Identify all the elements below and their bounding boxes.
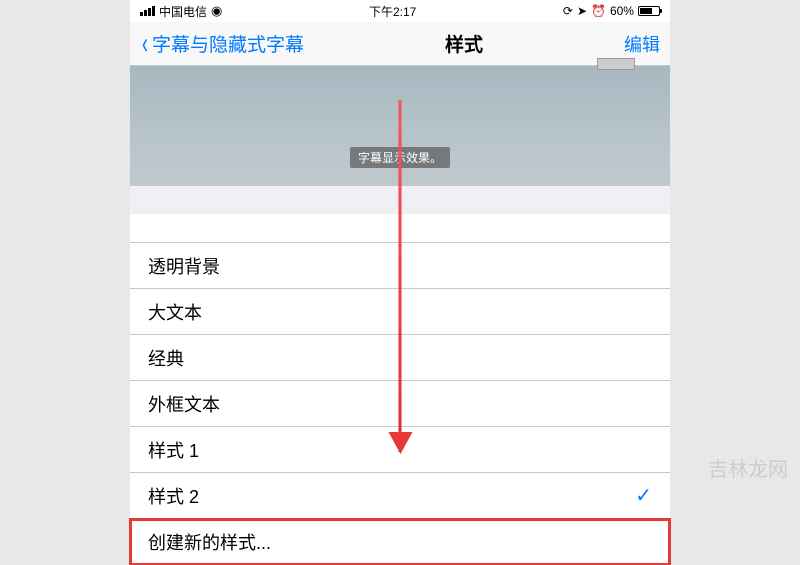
annotation-arrow [399,100,402,452]
list-item-label: 经典 [148,345,184,371]
list-item-label: 大文本 [148,299,202,325]
page-title: 样式 [445,30,483,57]
location-icon: ➤ [577,4,587,18]
preview-handle [597,58,635,70]
carrier-label: 中国电信 [159,3,207,20]
signal-icon [140,6,155,16]
nav-bar: ‹ 字幕与隐藏式字幕 样式 编辑 [130,22,670,66]
list-item-label: 外框文本 [148,391,220,417]
back-label: 字幕与隐藏式字幕 [152,30,304,57]
list-item-label: 样式 2 [148,483,199,509]
list-item-label: 创建新的样式... [148,529,271,555]
list-item-label: 透明背景 [148,253,220,279]
chevron-left-icon: ‹ [142,27,148,61]
alarm-icon: ⏰ [591,4,606,18]
phone-screen: 中国电信 ◉ 下午2:17 ⟳ ➤ ⏰ 60% ‹ 字幕与隐藏式字幕 样式 编辑… [130,0,670,500]
create-new-style[interactable]: 创建新的样式... [130,519,670,565]
status-bar: 中国电信 ◉ 下午2:17 ⟳ ➤ ⏰ 60% [130,0,670,22]
battery-pct: 60% [610,4,634,18]
battery-icon [638,6,660,16]
wifi-icon: ◉ [211,3,222,19]
style-option-style2[interactable]: 样式 2 ✓ [130,473,670,519]
back-button[interactable]: ‹ 字幕与隐藏式字幕 [140,27,304,61]
list-item-label: 样式 1 [148,437,199,463]
checkmark-icon: ✓ [635,483,652,508]
edit-button[interactable]: 编辑 [624,31,660,57]
watermark: 吉林龙网 [708,453,788,482]
lock-icon: ⟳ [563,4,573,18]
status-time: 下午2:17 [369,3,416,20]
